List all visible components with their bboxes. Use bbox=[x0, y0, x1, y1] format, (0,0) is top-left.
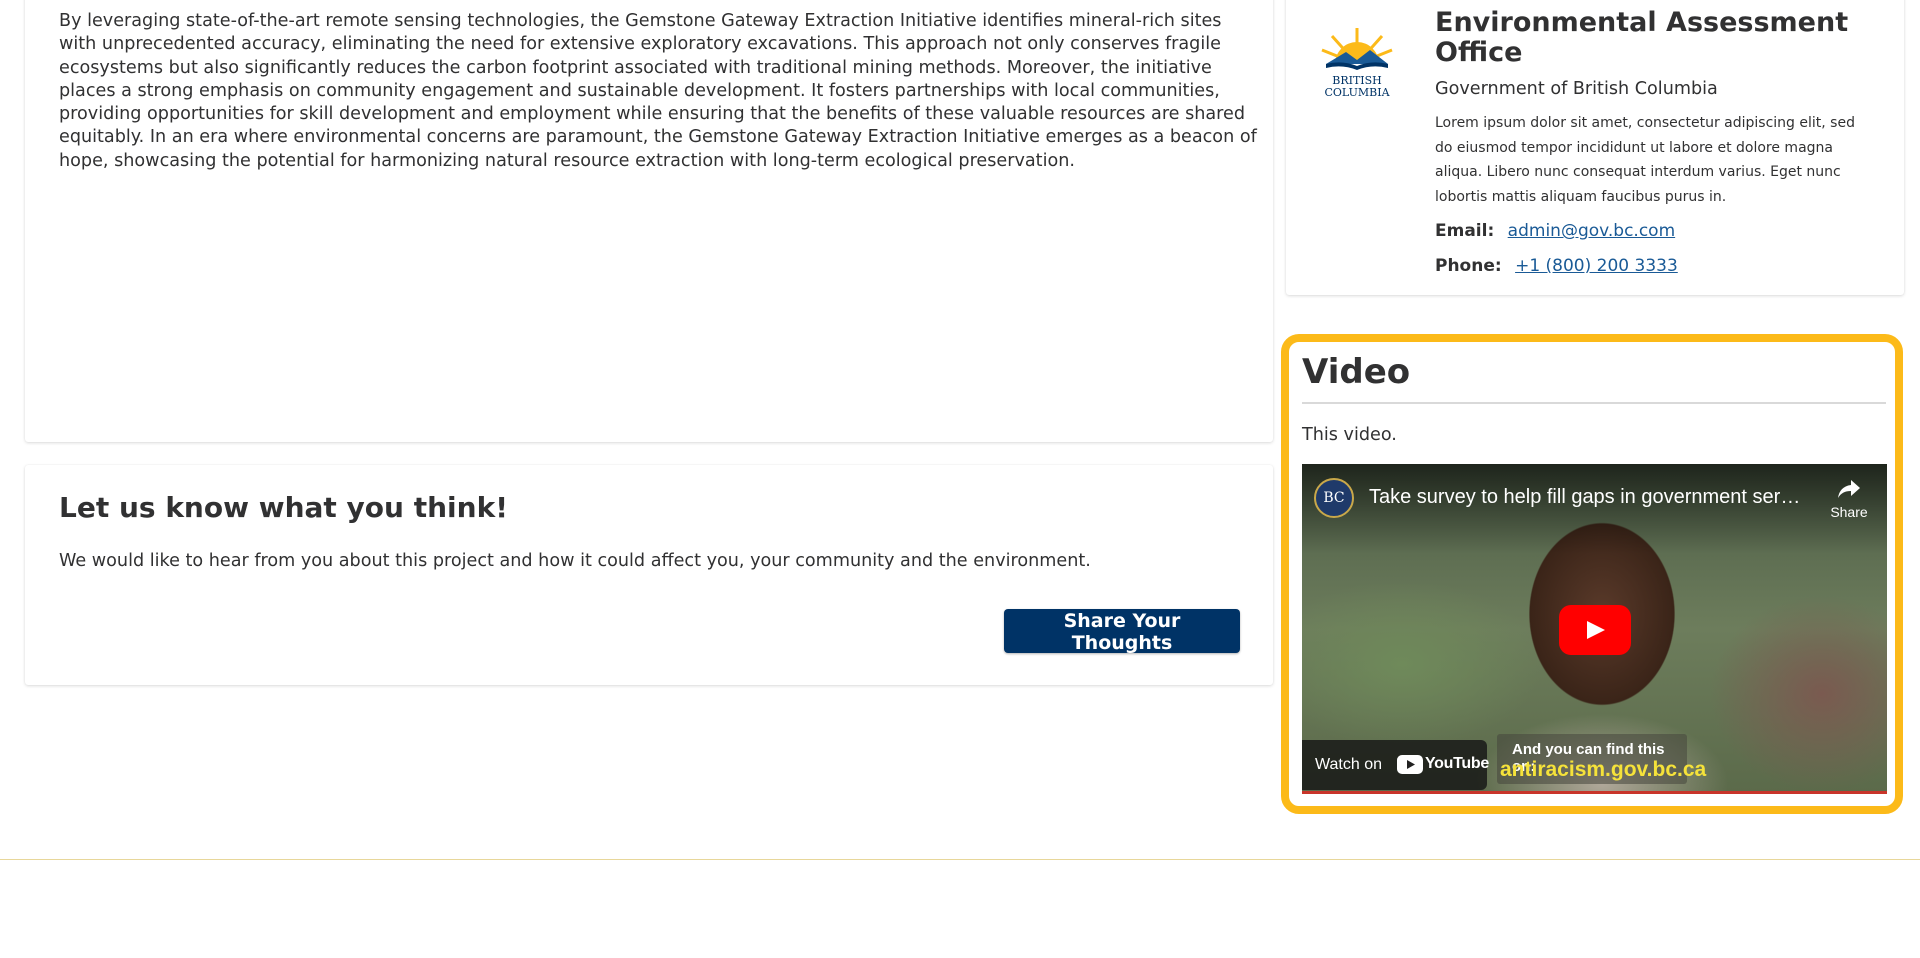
phone-link[interactable]: +1 (800) 200 3333 bbox=[1515, 256, 1678, 276]
watch-on-youtube-button[interactable]: Watch on YouTube bbox=[1302, 740, 1489, 790]
video-title[interactable]: Take survey to help fill gaps in governm… bbox=[1369, 486, 1809, 509]
video-overlay-caption: And you can find this on: antiracism.gov… bbox=[1497, 734, 1706, 784]
share-arrow-icon bbox=[1838, 480, 1860, 498]
youtube-wordmark: YouTube bbox=[1425, 755, 1489, 772]
bc-government-logo: BRITISH COLUMBIA bbox=[1312, 20, 1402, 100]
bc-sun-icon: BRITISH COLUMBIA bbox=[1321, 28, 1393, 99]
video-caption: This video. bbox=[1302, 425, 1397, 445]
feedback-text: We would like to hear from you about thi… bbox=[59, 551, 1091, 571]
phone-row: Phone: +1 (800) 200 3333 bbox=[1435, 256, 1678, 276]
youtube-video-player[interactable]: BC Take survey to help fill gaps in gove… bbox=[1302, 464, 1887, 794]
email-link[interactable]: admin@gov.bc.com bbox=[1508, 221, 1675, 241]
feedback-card: Let us know what you think! We would lik… bbox=[25, 465, 1273, 685]
svg-text:COLUMBIA: COLUMBIA bbox=[1324, 86, 1390, 99]
contact-card: BRITISH COLUMBIA Environmental Assessmen… bbox=[1286, 0, 1904, 295]
office-description: Lorem ipsum dolor sit amet, consectetur … bbox=[1435, 115, 1855, 205]
watch-on-label: Watch on bbox=[1315, 756, 1382, 773]
project-description-text: By leveraging state-of-the-art remote se… bbox=[59, 11, 1257, 171]
video-share-button[interactable]: Share bbox=[1822, 478, 1876, 520]
share-your-thoughts-button[interactable]: Share Your Thoughts bbox=[1004, 609, 1240, 654]
footer-divider bbox=[0, 859, 1920, 860]
share-label: Share bbox=[1830, 504, 1868, 520]
office-subtitle: Government of British Columbia bbox=[1435, 79, 1718, 99]
youtube-logo-icon bbox=[1397, 755, 1423, 774]
play-button[interactable] bbox=[1559, 605, 1631, 655]
feedback-heading: Let us know what you think! bbox=[59, 491, 508, 524]
video-heading: Video bbox=[1302, 352, 1411, 392]
video-progress-bar bbox=[1302, 791, 1887, 794]
office-name: Environmental Assessment Office bbox=[1435, 7, 1849, 68]
play-icon bbox=[1587, 621, 1605, 639]
video-panel: Video This video. BC Take survey to help… bbox=[1281, 334, 1903, 814]
project-description-card: By leveraging state-of-the-art remote se… bbox=[25, 0, 1273, 442]
email-row: Email: admin@gov.bc.com bbox=[1435, 221, 1675, 241]
video-heading-divider bbox=[1302, 402, 1886, 404]
phone-label: Phone: bbox=[1435, 256, 1502, 276]
find-url: antiracism.gov.bc.ca bbox=[1500, 758, 1707, 781]
channel-avatar[interactable]: BC bbox=[1314, 478, 1354, 518]
email-label: Email: bbox=[1435, 221, 1495, 241]
